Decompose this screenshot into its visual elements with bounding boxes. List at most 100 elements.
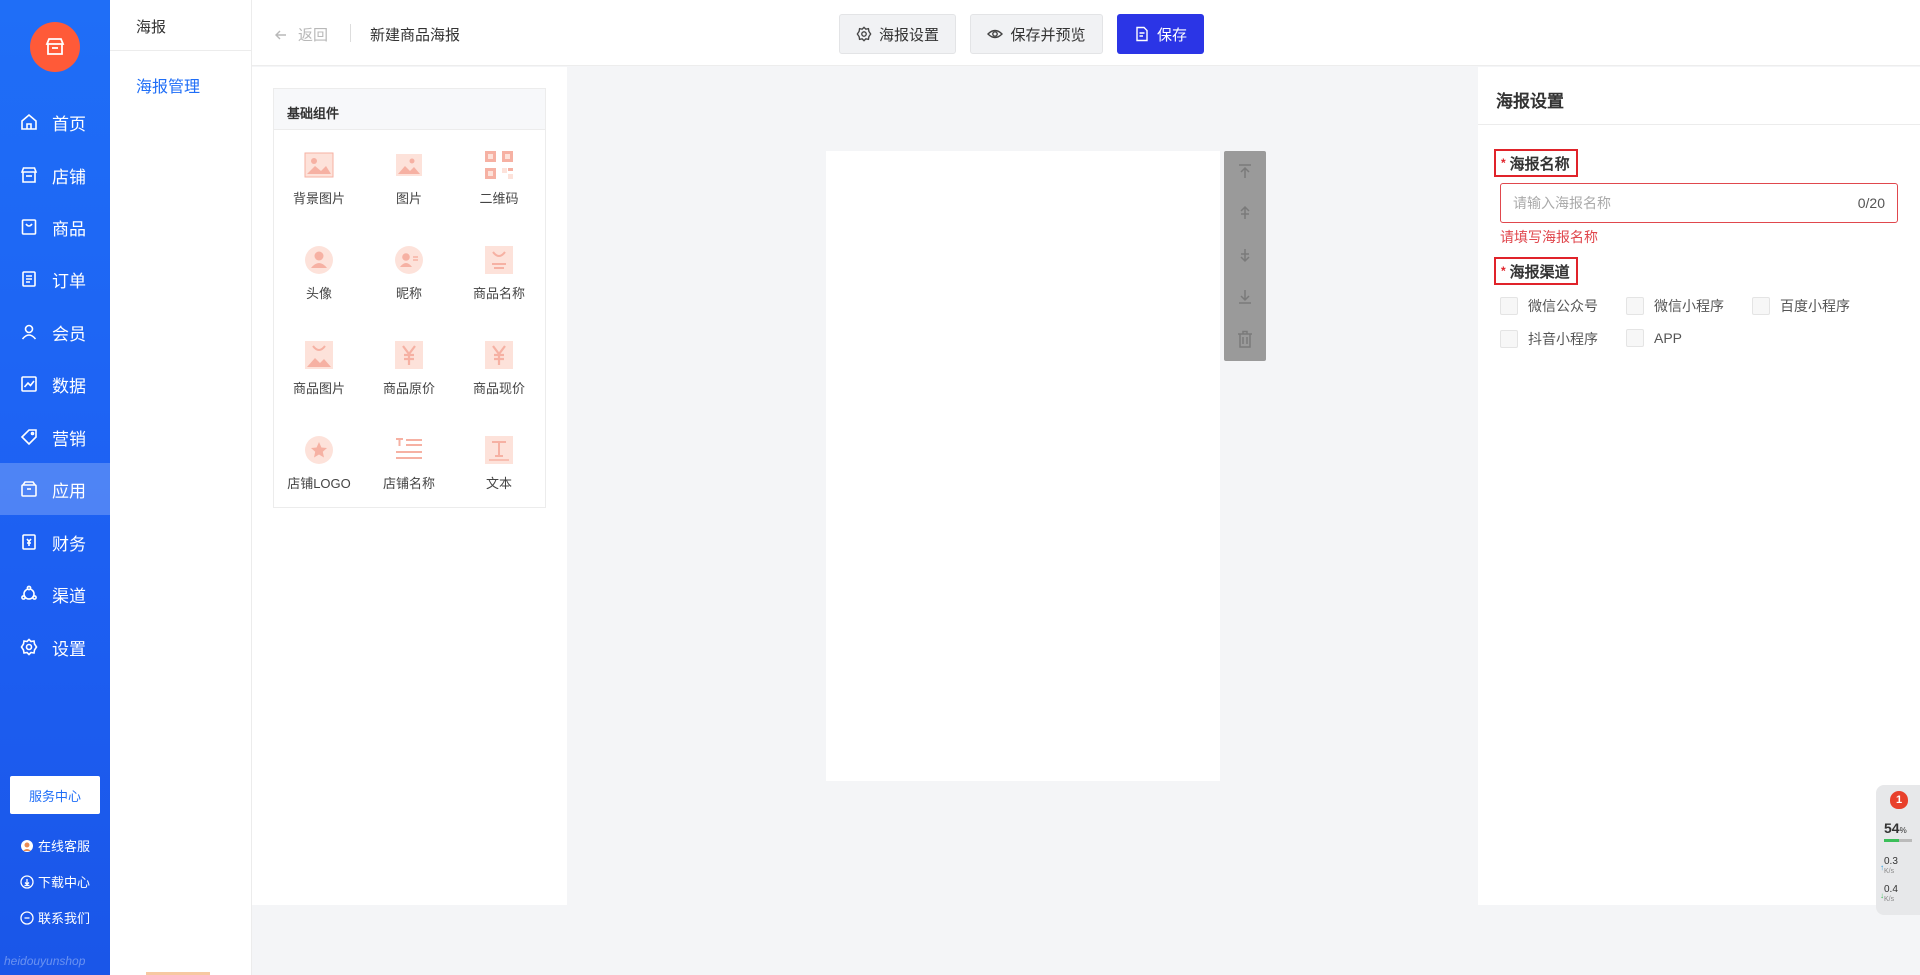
trash-icon (1238, 330, 1252, 348)
store-logo[interactable] (30, 22, 80, 72)
online-support-link[interactable]: 在线客服 (20, 836, 90, 855)
component-qrcode[interactable]: 二维码 (454, 150, 544, 230)
settings-title: 海报设置 (1478, 67, 1920, 125)
nav-item-goods[interactable]: 商品 (0, 201, 110, 253)
goods-name-icon (484, 245, 514, 275)
online-support-label: 在线客服 (38, 839, 91, 854)
download-center-label: 下载中心 (38, 875, 91, 890)
arrow-down-icon (1240, 249, 1250, 263)
checkbox-label: 抖音小程序 (1528, 331, 1598, 347)
component-original-price[interactable]: 商品原价 (364, 340, 454, 420)
component-avatar[interactable]: 头像 (274, 245, 364, 325)
chat-icon (20, 910, 34, 925)
component-text[interactable]: 文本 (454, 435, 544, 515)
components-title: 基础组件 (274, 89, 545, 130)
component-image[interactable]: 图片 (364, 150, 454, 230)
channel-checkbox-app[interactable]: APP (1626, 329, 1682, 347)
nav-item-label: 数据 (52, 376, 86, 396)
finance-icon (20, 533, 38, 551)
move-top-icon (1239, 164, 1251, 178)
poster-name-label: * 海报名称 (1494, 149, 1578, 177)
component-nickname[interactable]: 昵称 (364, 245, 454, 325)
checkbox-label: 微信公众号 (1528, 298, 1598, 314)
component-background-image[interactable]: 背景图片 (274, 150, 364, 230)
component-label: 文本 (485, 476, 512, 491)
back-button[interactable]: 返回 (274, 24, 328, 45)
poster-settings-label: 海报设置 (878, 26, 939, 44)
nav-item-data[interactable]: 数据 (0, 358, 110, 410)
poster-name-input[interactable] (1513, 195, 1858, 211)
component-label: 图片 (395, 191, 422, 206)
sub-sidebar: 海报 海报管理 (110, 0, 252, 975)
shop-icon (45, 38, 65, 55)
nav-item-label: 首页 (52, 114, 86, 134)
nav-item-settings[interactable]: 设置 (0, 621, 110, 673)
nav-item-order[interactable]: 订单 (0, 253, 110, 305)
layer-toolbar (1224, 151, 1266, 361)
poster-canvas[interactable] (826, 151, 1220, 781)
contact-us-link[interactable]: 联系我们 (20, 908, 90, 927)
save-doc-icon (1134, 26, 1150, 42)
checkbox-label: 百度小程序 (1780, 298, 1850, 314)
save-and-preview-label: 保存并预览 (1010, 26, 1086, 44)
nav-item-member[interactable]: 会员 (0, 306, 110, 358)
component-label: 商品原价 (382, 381, 435, 396)
poster-name-error: 请填写海报名称 (1500, 229, 1598, 245)
checkbox[interactable] (1500, 297, 1518, 315)
poster-name-field[interactable]: 0/20 (1500, 183, 1898, 223)
upload-speed-unit: K/s (1884, 868, 1895, 875)
move-to-top-button[interactable] (1235, 161, 1255, 181)
network-monitor-widget[interactable]: 1 54% ↑ 0.3 K/s ↓ 0.4 K/s (1876, 785, 1920, 915)
move-down-button[interactable] (1235, 245, 1255, 265)
service-center-button[interactable]: 服务中心 (10, 776, 100, 814)
nav-item-marketing[interactable]: 营销 (0, 411, 110, 463)
required-star: * (1501, 156, 1506, 170)
component-goods-image[interactable]: 商品图片 (274, 340, 364, 420)
cpu-percent-unit: % (1899, 826, 1907, 835)
component-label: 头像 (305, 286, 332, 301)
poster-settings-button[interactable]: 海报设置 (839, 14, 956, 54)
channel-checkbox-wechat-official[interactable]: 微信公众号 (1500, 296, 1598, 316)
channel-checkbox-douyin-miniprogram[interactable]: 抖音小程序 (1500, 329, 1598, 349)
nav-item-store[interactable]: 店铺 (0, 149, 110, 201)
components-panel: 基础组件 背景图片 图片 二维码 头像 昵称 商品名称 商品图片 商品原价 商品… (252, 67, 567, 905)
nav-item-label: 应用 (52, 481, 86, 501)
channel-checkbox-wechat-miniprogram[interactable]: 微信小程序 (1626, 296, 1724, 316)
delete-button[interactable] (1235, 329, 1255, 349)
checkbox[interactable] (1626, 297, 1644, 315)
page-title: 新建商品海报 (370, 27, 461, 44)
image-icon (394, 150, 424, 180)
save-and-preview-button[interactable]: 保存并预览 (970, 14, 1103, 54)
checkbox[interactable] (1626, 329, 1644, 347)
subnav-item-poster-management[interactable]: 海报管理 (110, 51, 251, 97)
component-goods-name[interactable]: 商品名称 (454, 245, 544, 325)
component-store-logo[interactable]: 店铺LOGO (274, 435, 364, 515)
download-speed-unit: K/s (1884, 896, 1895, 903)
store-icon (20, 166, 38, 184)
cpu-meter (1884, 839, 1912, 842)
nav-item-app[interactable]: 应用 (0, 463, 110, 515)
move-up-button[interactable] (1235, 203, 1255, 223)
channel-checkbox-baidu-miniprogram[interactable]: 百度小程序 (1752, 296, 1850, 316)
download-speed: 0.4 K/s (1884, 885, 1898, 905)
tag-icon (20, 428, 38, 446)
component-store-name[interactable]: 店铺名称 (364, 435, 454, 515)
component-label: 昵称 (395, 286, 422, 301)
home-icon (20, 113, 38, 131)
nav-item-label: 订单 (52, 271, 86, 291)
component-current-price[interactable]: 商品现价 (454, 340, 544, 420)
background-image-icon (304, 150, 334, 180)
download-center-link[interactable]: 下载中心 (20, 872, 90, 891)
checkbox-label: 微信小程序 (1654, 298, 1724, 314)
checkbox[interactable] (1752, 297, 1770, 315)
channel-icon (20, 585, 38, 603)
nav-item-home[interactable]: 首页 (0, 96, 110, 148)
nav-item-label: 设置 (52, 639, 86, 659)
checkbox[interactable] (1500, 330, 1518, 348)
save-button[interactable]: 保存 (1117, 14, 1204, 54)
poster-channel-label: * 海报渠道 (1494, 257, 1578, 285)
nav-item-finance[interactable]: 财务 (0, 516, 110, 568)
move-to-bottom-button[interactable] (1235, 287, 1255, 307)
text-lines-icon (394, 435, 424, 465)
nav-item-channel[interactable]: 渠道 (0, 568, 110, 620)
